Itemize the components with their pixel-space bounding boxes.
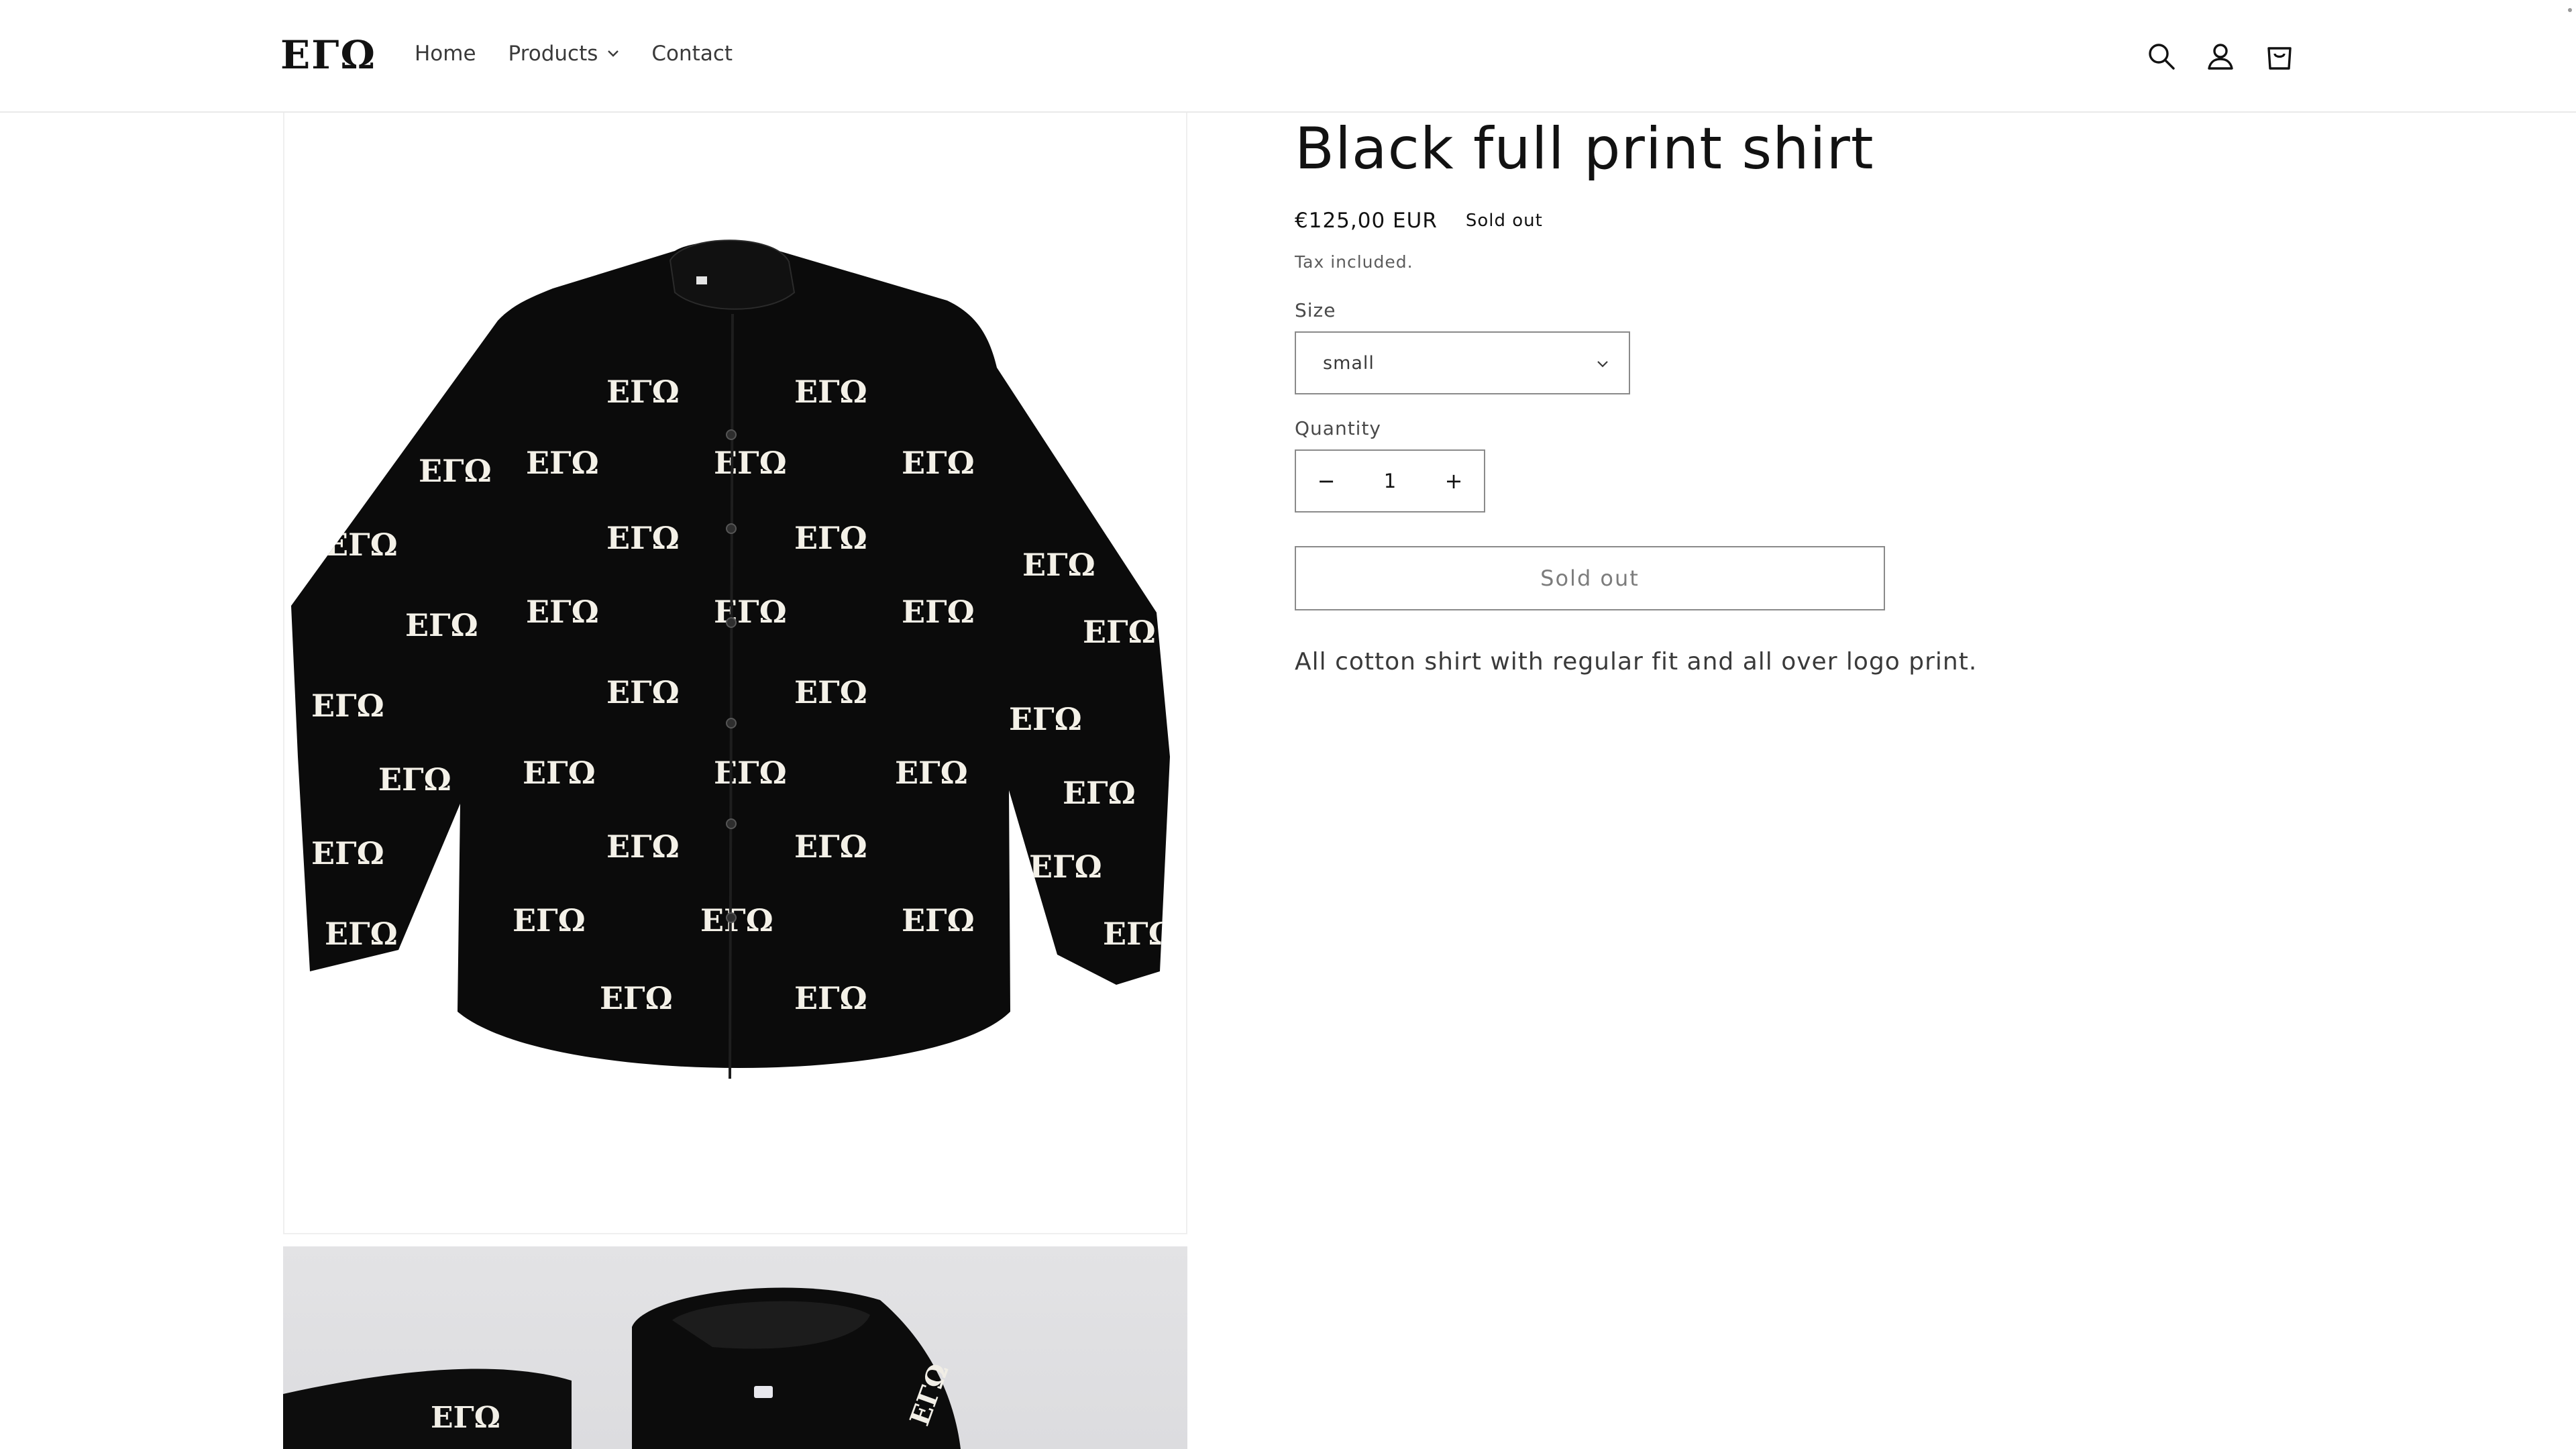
print-logo: ΕΓΩ xyxy=(794,674,867,710)
site-header: ΕΓΩ Home Products Contact xyxy=(0,0,2576,113)
print-logo: ΕΓΩ xyxy=(902,902,975,938)
print-logo: ΕΓΩ xyxy=(1022,547,1095,583)
minus-icon: − xyxy=(1317,468,1336,494)
shirt-button xyxy=(726,523,737,534)
print-logo: ΕΓΩ xyxy=(895,755,968,791)
print-logo: ΕΓΩ xyxy=(606,374,680,410)
sold-out-badge: Sold out xyxy=(1465,211,1543,231)
shirt-collar xyxy=(669,239,796,310)
print-logo: ΕΓΩ xyxy=(902,594,975,630)
print-logo: ΕΓΩ xyxy=(794,374,867,410)
collar-label xyxy=(754,1386,773,1398)
shirt-button xyxy=(726,818,737,829)
print-logo: ΕΓΩ xyxy=(523,755,596,791)
print-logo: ΕΓΩ xyxy=(405,607,478,643)
print-logo: ΕΓΩ xyxy=(600,980,673,1016)
print-logo: ΕΓΩ xyxy=(1083,614,1156,650)
print-logo: ΕΓΩ xyxy=(325,916,398,952)
print-logo: ΕΓΩ xyxy=(526,594,599,630)
collar-label xyxy=(696,276,707,284)
shirt-illustration: ΕΓΩ ΕΓΩ ΕΓΩ ΕΓΩ ΕΓΩ ΕΓΩ ΕΓΩ ΕΓΩ ΕΓΩ ΕΓΩ ΕΓΩ ΕΓΩ ΕΓΩ Ε… xyxy=(291,239,1176,1079)
nav-home[interactable]: Home xyxy=(415,42,476,66)
print-logo: ΕΓΩ xyxy=(714,755,787,791)
size-select[interactable]: small xyxy=(1295,331,1630,394)
print-logo: ΕΓΩ xyxy=(606,520,680,556)
shirt-button xyxy=(726,429,737,440)
nav-contact[interactable]: Contact xyxy=(651,42,733,66)
print-logo: ΕΓΩ xyxy=(1063,775,1136,811)
search-icon[interactable] xyxy=(2144,39,2179,74)
shirt-button xyxy=(726,718,737,729)
print-logo: ΕΓΩ xyxy=(311,688,384,724)
product-price: €125,00 EUR xyxy=(1295,209,1438,233)
quantity-label: Quantity xyxy=(1295,417,1381,439)
product-description: All cotton shirt with regular fit and al… xyxy=(1295,648,1978,676)
account-icon[interactable] xyxy=(2203,39,2238,74)
product-image-secondary[interactable]: ΕΓΩ ΕΓΩ xyxy=(283,1246,1187,1449)
print-logo: ΕΓΩ xyxy=(431,1401,500,1435)
print-logo: ΕΓΩ xyxy=(606,828,680,865)
tax-note: Tax included. xyxy=(1295,252,1413,272)
chevron-down-icon xyxy=(607,50,619,58)
print-logo: ΕΓΩ xyxy=(714,594,787,630)
print-logo: ΕΓΩ xyxy=(700,902,773,938)
print-logo: ΕΓΩ xyxy=(714,445,787,481)
print-logo: ΕΓΩ xyxy=(1029,849,1102,885)
print-logo: ΕΓΩ xyxy=(311,835,384,871)
shirt-button xyxy=(726,912,737,923)
chevron-down-icon xyxy=(1597,358,1609,371)
print-logo: ΕΓΩ xyxy=(378,761,451,798)
print-logo: ΕΓΩ xyxy=(513,902,586,938)
size-select-value: small xyxy=(1323,352,1375,374)
print-logo: ΕΓΩ xyxy=(419,453,492,489)
quantity-decrease-button[interactable]: − xyxy=(1296,451,1356,511)
print-logo: ΕΓΩ xyxy=(794,520,867,556)
print-logo: ΕΓΩ xyxy=(1009,701,1082,737)
print-logo: ΕΓΩ xyxy=(526,445,599,481)
shirt-detail-illustration: ΕΓΩ ΕΓΩ xyxy=(283,1287,961,1449)
price-row: €125,00 EUR Sold out xyxy=(1295,207,1546,235)
nav-products-label: Products xyxy=(508,42,598,66)
print-logo: ΕΓΩ xyxy=(325,527,398,563)
cart-icon[interactable] xyxy=(2262,39,2297,74)
print-logo: ΕΓΩ xyxy=(606,674,680,710)
quantity-increase-button[interactable]: + xyxy=(1424,451,1484,511)
main-nav: Home Products Contact xyxy=(415,42,765,66)
print-logo: ΕΓΩ xyxy=(1103,916,1176,952)
quantity-input[interactable]: 1 xyxy=(1356,470,1424,492)
product-title: Black full print shirt xyxy=(1295,115,1874,182)
print-logo: ΕΓΩ xyxy=(1056,399,1129,435)
nav-home-label: Home xyxy=(415,42,476,66)
plus-icon: + xyxy=(1444,468,1463,494)
nav-contact-label: Contact xyxy=(651,42,733,66)
product-image-main[interactable]: ΕΓΩ ΕΓΩ ΕΓΩ ΕΓΩ ΕΓΩ ΕΓΩ ΕΓΩ ΕΓΩ ΕΓΩ ΕΓΩ ΕΓΩ ΕΓΩ ΕΓΩ Ε… xyxy=(283,113,1187,1234)
print-logo: ΕΓΩ xyxy=(794,980,867,1016)
corner-marker xyxy=(2568,8,2572,12)
quantity-stepper: − 1 + xyxy=(1295,449,1485,513)
print-logo: ΕΓΩ xyxy=(902,445,975,481)
nav-products[interactable]: Products xyxy=(508,42,620,66)
size-label: Size xyxy=(1295,299,1336,321)
sold-out-button[interactable]: Sold out xyxy=(1295,546,1885,610)
shirt-button xyxy=(726,617,737,628)
brand-logo[interactable]: ΕΓΩ xyxy=(280,32,376,78)
print-logo: ΕΓΩ xyxy=(794,828,867,865)
header-actions xyxy=(2144,39,2321,74)
